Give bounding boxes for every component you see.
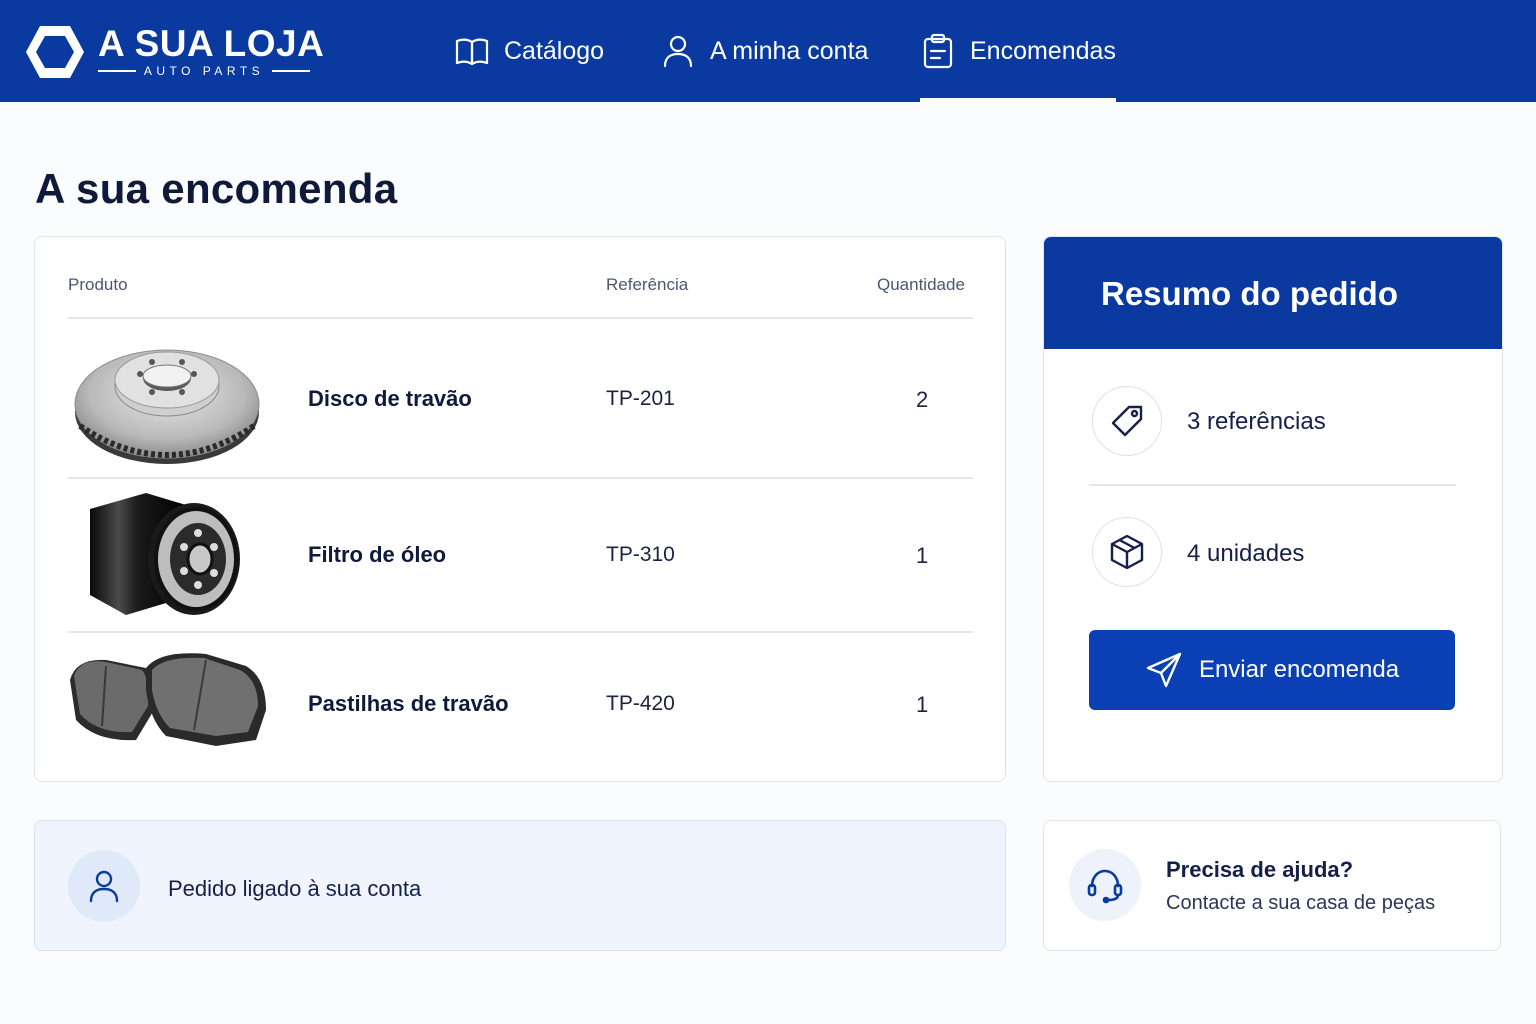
product-reference: TP-420 <box>606 692 675 715</box>
send-paper-plane-icon <box>1146 652 1182 688</box>
product-quantity: 2 <box>916 387 929 412</box>
nav-account[interactable]: A minha conta <box>660 0 868 102</box>
nav-active-indicator <box>920 98 1116 102</box>
tag-icon <box>1111 405 1143 437</box>
product-quantity: 1 <box>916 543 929 568</box>
summary-divider <box>1089 484 1456 486</box>
headset-icon <box>1087 869 1123 904</box>
top-navigation-bar: A SUA LOJA AUTO PARTS Catálogo A minha c… <box>0 0 1536 102</box>
summary-title: Resumo do pedido <box>1101 275 1398 312</box>
clipboard-icon <box>923 33 953 69</box>
nav-orders[interactable]: Encomendas <box>920 0 1116 102</box>
account-linked-text: Pedido ligado à sua conta <box>168 876 422 901</box>
header-divider <box>68 317 973 319</box>
user-icon <box>89 870 119 903</box>
send-order-label: Enviar encomenda <box>1198 656 1400 683</box>
row-divider <box>68 631 973 633</box>
help-subtitle[interactable]: Contacte a sua casa de peças <box>1166 892 1435 915</box>
nav-catalog-label: Catálogo <box>504 36 605 65</box>
product-name: Pastilhas de travão <box>308 691 509 716</box>
linked-user-icon-badge <box>68 850 140 922</box>
brand-subtitle: AUTO PARTS <box>98 64 311 78</box>
product-name: Filtro de óleo <box>308 542 447 567</box>
row-divider <box>68 477 973 479</box>
store-logo[interactable]: A SUA LOJA AUTO PARTS <box>24 24 324 80</box>
summary-units: 4 unidades <box>1187 540 1305 567</box>
tag-icon-badge <box>1092 386 1162 456</box>
headset-icon-badge <box>1069 849 1141 921</box>
product-reference: TP-201 <box>606 387 675 410</box>
product-reference: TP-310 <box>606 543 675 566</box>
column-header-reference: Referência <box>606 275 689 294</box>
page-title: A sua encomenda <box>35 165 398 212</box>
oil-filter-image <box>90 493 240 615</box>
hex-nut-logo-icon <box>26 26 84 78</box>
book-icon <box>455 38 489 66</box>
brand-title: A SUA LOJA <box>98 23 325 64</box>
nav-catalog[interactable]: Catálogo <box>454 0 604 102</box>
column-header-quantity: Quantidade <box>877 275 965 294</box>
help-title: Precisa de ajuda? <box>1166 857 1354 882</box>
brake-pads-image <box>70 653 266 746</box>
summary-header: Resumo do pedido <box>1044 237 1502 349</box>
column-header-product: Produto <box>68 275 128 294</box>
box-icon <box>1110 534 1144 570</box>
product-name: Disco de travão <box>308 386 472 411</box>
send-order-button[interactable]: Enviar encomenda <box>1089 630 1455 710</box>
summary-references: 3 referências <box>1187 408 1326 435</box>
nav-orders-label: Encomendas <box>970 36 1116 65</box>
product-quantity: 1 <box>916 692 929 717</box>
brake-disc-image <box>74 349 260 464</box>
brand-subtitle-text: AUTO PARTS <box>143 64 265 78</box>
box-icon-badge <box>1092 517 1162 587</box>
nav-account-label: A minha conta <box>710 36 869 65</box>
user-icon <box>663 35 693 68</box>
